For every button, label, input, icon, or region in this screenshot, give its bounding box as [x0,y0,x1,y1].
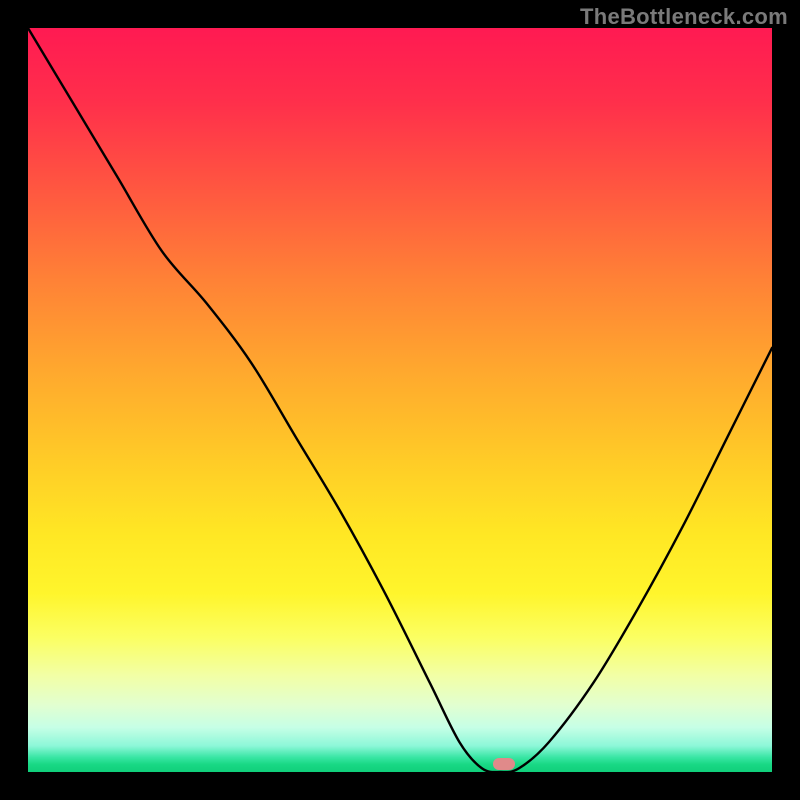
plot-area [28,28,772,772]
optimal-point-marker [493,758,515,770]
watermark-label: TheBottleneck.com [580,4,788,30]
bottleneck-curve [28,28,772,772]
chart-frame: TheBottleneck.com [0,0,800,800]
